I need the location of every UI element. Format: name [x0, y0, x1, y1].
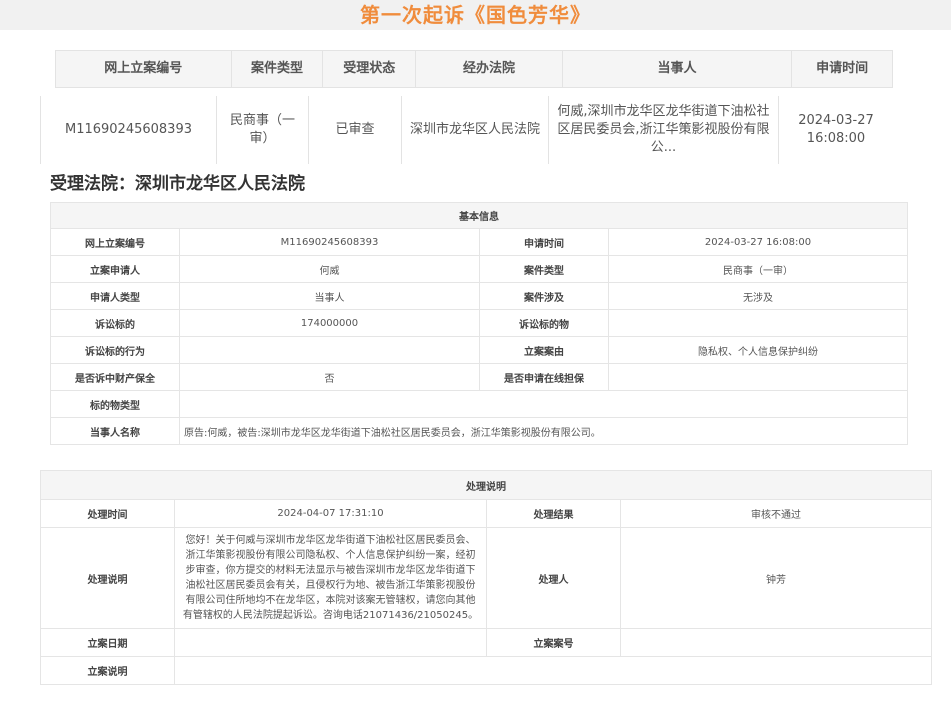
label-filing-date: 立案日期 — [40, 628, 175, 657]
value-claim-object — [608, 309, 908, 337]
value-process-desc: 您好！关于何威与深圳市龙华区龙华街道下油松社区居民委员会、浙江华策影视股份有限公… — [174, 527, 487, 629]
title-bar: 第一次起诉《国色芳华》 — [0, 0, 951, 30]
label-applicant: 立案申请人 — [50, 255, 180, 283]
value-case-type: 民商事（一审） — [608, 255, 908, 283]
label-apply-time: 申请时间 — [479, 228, 609, 256]
value-online-guarantee — [608, 363, 908, 391]
value-filing-date — [174, 628, 487, 657]
label-process-result: 处理结果 — [486, 499, 621, 528]
summary-table-header: 网上立案编号 案件类型 受理状态 经办法院 当事人 申请时间 — [55, 50, 893, 88]
value-process-time: 2024-04-07 17:31:10 — [174, 499, 487, 528]
value-case-no: M11690245608393 — [179, 228, 480, 256]
cell-case-type: 民商事（一审） — [216, 96, 308, 164]
label-process-desc: 处理说明 — [40, 527, 175, 629]
label-filing-note: 立案说明 — [40, 656, 175, 685]
page-title: 第一次起诉《国色芳华》 — [360, 3, 591, 27]
col-header-parties: 当事人 — [563, 51, 793, 87]
basic-info-table: 基本信息 网上立案编号 M11690245608393 申请时间 2024-03… — [50, 202, 908, 445]
label-applicant-type: 申请人类型 — [50, 282, 180, 310]
label-claim-object: 诉讼标的物 — [479, 309, 609, 337]
label-process-time: 处理时间 — [40, 499, 175, 528]
cell-case-no[interactable]: M11690245608393 — [40, 96, 216, 164]
value-object-type — [179, 390, 908, 418]
label-cause: 立案案由 — [479, 336, 609, 364]
col-header-apply-time: 申请时间 — [816, 61, 869, 76]
value-applicant-type: 当事人 — [179, 282, 480, 310]
label-object-type: 标的物类型 — [50, 390, 180, 418]
value-cause: 隐私权、个人信息保护纠纷 — [608, 336, 908, 364]
process-header: 处理说明 — [40, 470, 932, 500]
cell-court: 深圳市龙华区人民法院 — [401, 96, 548, 164]
col-header-status: 受理状态 — [323, 51, 417, 87]
label-claim-behavior: 诉讼标的行为 — [50, 336, 180, 364]
value-involved: 无涉及 — [608, 282, 908, 310]
table-row[interactable]: M11690245608393 民商事（一审） 已审查 深圳市龙华区人民法院 何… — [40, 96, 893, 164]
value-apply-time: 2024-03-27 16:08:00 — [608, 228, 908, 256]
col-header-case-no: 网上立案编号 — [56, 51, 232, 87]
cell-parties: 何威,深圳市龙华区龙华街道下油松社区居民委员会,浙江华策影视股份有限公... — [548, 96, 778, 164]
label-case-no: 网上立案编号 — [50, 228, 180, 256]
process-table: 处理说明 处理时间 2024-04-07 17:31:10 处理结果 审核不通过… — [40, 470, 932, 685]
value-claim-behavior — [179, 336, 480, 364]
value-parties: 原告:何威，被告:深圳市龙华区龙华街道下油松社区居民委员会，浙江华策影视股份有限… — [179, 417, 908, 445]
label-case-type: 案件类型 — [479, 255, 609, 283]
label-parties: 当事人名称 — [50, 417, 180, 445]
label-involved: 案件涉及 — [479, 282, 609, 310]
label-online-guarantee: 是否申请在线担保 — [479, 363, 609, 391]
label-claim-amount: 诉讼标的 — [50, 309, 180, 337]
value-preservation: 否 — [179, 363, 480, 391]
value-handler: 钟芳 — [620, 527, 932, 629]
label-handler: 处理人 — [486, 527, 621, 629]
col-header-case-type: 案件类型 — [232, 51, 324, 87]
value-applicant: 何威 — [179, 255, 480, 283]
value-claim-amount: 174000000 — [179, 309, 480, 337]
value-process-result: 审核不通过 — [620, 499, 932, 528]
cell-status: 已审查 — [308, 96, 401, 164]
value-filing-note — [174, 656, 932, 685]
court-heading: 受理法院：深圳市龙华区人民法院 — [50, 174, 305, 194]
cell-apply-time: 2024-03-27 16:08:00 — [778, 96, 893, 164]
col-header-court: 经办法院 — [416, 51, 563, 87]
label-filing-no: 立案案号 — [486, 628, 621, 657]
basic-info-header: 基本信息 — [50, 202, 908, 229]
label-preservation: 是否诉中财产保全 — [50, 363, 180, 391]
value-filing-no — [620, 628, 932, 657]
